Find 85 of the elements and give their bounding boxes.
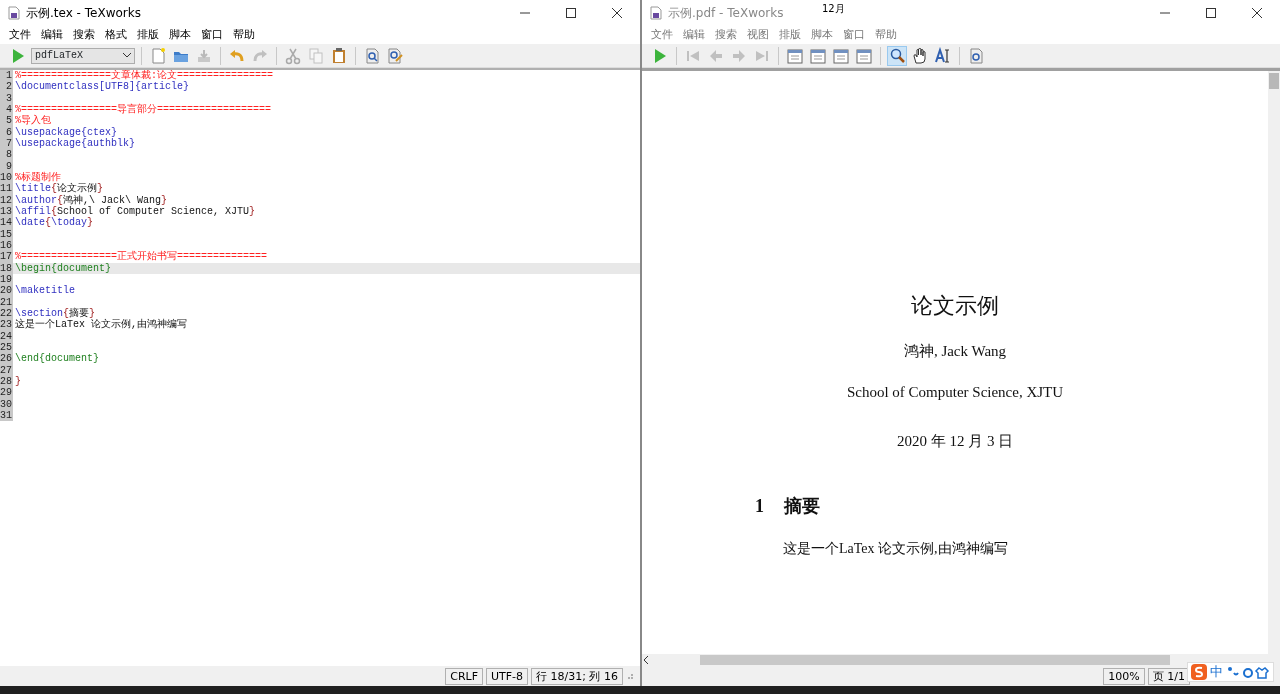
line-number: 8: [0, 149, 13, 161]
line-number: 21: [0, 296, 13, 308]
line-number: 11: [0, 183, 13, 195]
status-field: CRLF: [445, 667, 483, 685]
code-line: %================正式开始书写===============: [15, 251, 268, 263]
caret-icon[interactable]: [123, 53, 131, 58]
line-number: 9: [0, 160, 13, 172]
line-number: 24: [0, 330, 13, 342]
line-number: 27: [0, 364, 13, 376]
window-title: 示例.tex - TeXworks: [26, 6, 141, 20]
window-title: 示例.pdf - TeXworks: [668, 6, 784, 20]
line-number: 26: [0, 353, 13, 365]
code-line: \title{论文示例}: [15, 183, 104, 195]
file-icon: [650, 6, 662, 20]
section-number: 1: [755, 494, 764, 518]
code-line: %导入包: [15, 115, 51, 127]
document-author: 鸿神, Jack Wang: [903, 343, 1007, 359]
line-number: 18: [0, 262, 13, 274]
document-affiliation: School of Computer Science, XJTU: [846, 383, 1064, 400]
menu-item[interactable]: 帮助: [228, 26, 260, 44]
code-line: %标题制作: [15, 171, 61, 183]
find-replace-icon[interactable]: [385, 45, 405, 66]
line-number: 2: [0, 81, 13, 93]
section-heading: 摘要: [784, 494, 820, 518]
horizontal-scrollbar[interactable]: [642, 654, 1280, 666]
line-number: 17: [0, 251, 13, 263]
line-number: 29: [0, 387, 13, 399]
input-mode-toggle[interactable]: 中: [1210, 664, 1223, 680]
scroll-left-icon[interactable]: [642, 656, 650, 664]
menu-item[interactable]: 文件: [4, 26, 36, 44]
line-number: 15: [0, 228, 13, 240]
code-line: \section{摘要}: [15, 307, 96, 319]
file-icon: [8, 6, 20, 20]
menu-item[interactable]: 文件: [646, 26, 678, 44]
code-line: %===============文章体裁:论文================: [15, 70, 274, 81]
menu-item[interactable]: 窗口: [196, 26, 228, 44]
menu-item[interactable]: 编辑: [678, 26, 710, 44]
body-text: 这是一个LaTex 论文示例,由鸿神编写: [783, 540, 1008, 556]
ime-logo-icon[interactable]: [1191, 664, 1207, 680]
code-line: \author{鸿神,\ Jack\ Wang}: [15, 194, 168, 206]
line-number: 6: [0, 126, 13, 138]
menu-item[interactable]: 编辑: [36, 26, 68, 44]
menu-item[interactable]: 帮助: [870, 26, 902, 44]
line-number: 23: [0, 319, 13, 331]
code-line: %================导言部分===================: [15, 104, 272, 115]
menu-item[interactable]: 脚本: [164, 26, 196, 44]
menu-item[interactable]: 搜索: [710, 26, 742, 44]
code-line: \documentclass[UTF8]{article}: [15, 81, 190, 93]
code-line: \maketitle: [15, 285, 75, 297]
close-icon[interactable]: [1252, 8, 1262, 18]
line-number: 1: [0, 70, 13, 82]
line-number: 5: [0, 115, 13, 127]
menu-item[interactable]: 脚本: [806, 26, 838, 44]
code-line: \end{document}: [15, 353, 99, 365]
menu-item[interactable]: 窗口: [838, 26, 870, 44]
maximize-icon[interactable]: [1206, 8, 1216, 18]
code-line: \usepackage{ctex}: [15, 126, 118, 138]
code-line: \date{\today}: [15, 217, 94, 229]
code-line: 这是一个LaTex 论文示例,由鸿神编写: [15, 319, 187, 331]
code-line: }: [15, 375, 21, 387]
menu-item[interactable]: 搜索: [68, 26, 100, 44]
ime-tools-icon[interactable]: [1226, 665, 1270, 679]
status-field: 100%: [1103, 667, 1145, 685]
engine-dropdown[interactable]: pdfLaTeX: [31, 47, 135, 64]
line-number: 20: [0, 285, 13, 297]
line-number: 14: [0, 217, 13, 229]
line-number: 3: [0, 92, 13, 104]
vertical-scrollbar[interactable]: [1268, 71, 1280, 654]
magnifier-icon[interactable]: [887, 45, 907, 66]
status-field: UTF-8: [486, 667, 529, 685]
menu-item[interactable]: 排版: [774, 26, 806, 44]
code-line: \affil{School of Computer Science, XJTU}: [15, 205, 256, 217]
menu-item[interactable]: 格式: [100, 26, 132, 44]
document-title: 论文示例: [911, 293, 999, 318]
line-number: 30: [0, 398, 13, 410]
menu-item[interactable]: 视图: [742, 26, 774, 44]
menu-item[interactable]: 排版: [132, 26, 164, 44]
status-field: 行 18/31; 列 16: [531, 667, 623, 685]
resize-grip-icon[interactable]: [626, 672, 634, 680]
code-line: \begin{document}: [15, 262, 111, 274]
document-date: 2020 年 12 月 3 日: [896, 433, 1014, 449]
close-icon[interactable]: [612, 8, 622, 18]
line-number: 12: [0, 194, 13, 206]
maximize-icon[interactable]: [566, 8, 576, 18]
code-line: \usepackage{authblk}: [15, 137, 136, 149]
